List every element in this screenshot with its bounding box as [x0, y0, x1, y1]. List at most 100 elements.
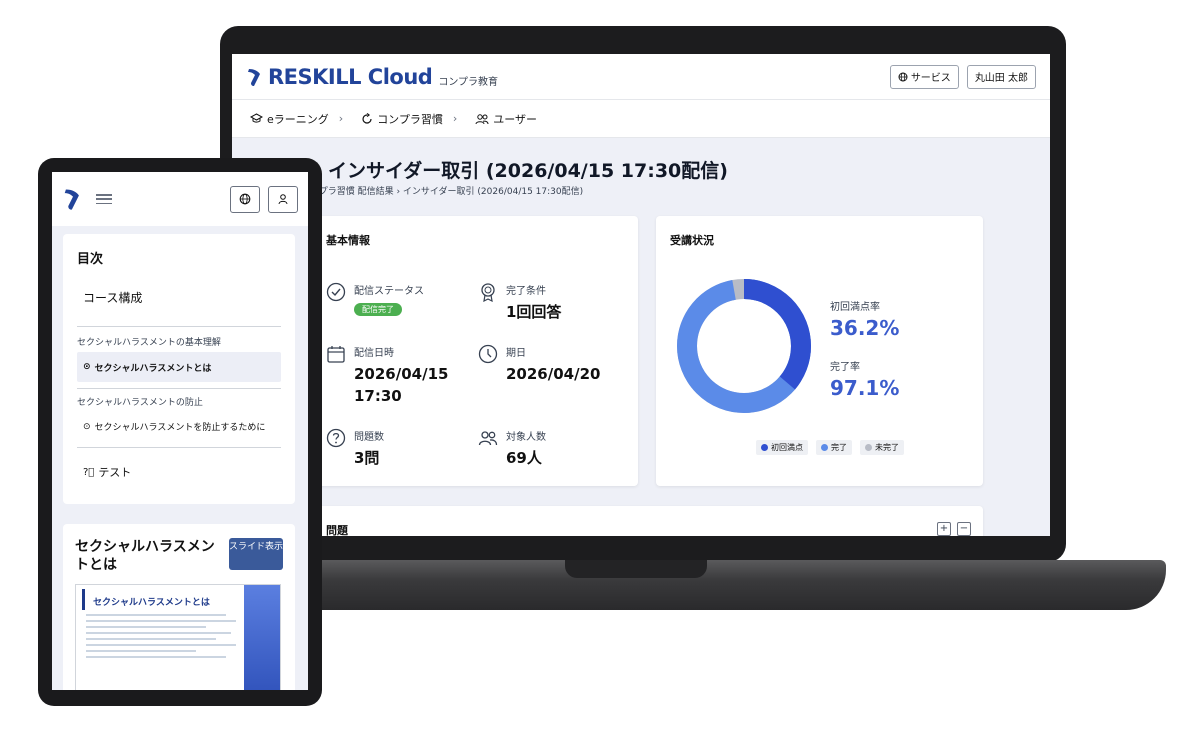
legend-label: 初回満点 — [771, 443, 803, 452]
legend-label: 未完了 — [875, 443, 899, 452]
target-count: 対象人数 69人 — [478, 428, 546, 469]
delivery-datetime: 配信日時 2026/04/15 17:30 — [326, 344, 448, 407]
question-circle-icon — [326, 428, 346, 448]
slide-thumbnail[interactable]: セクシャルハラスメントとは — [75, 584, 281, 690]
tablet-header-actions — [230, 185, 298, 213]
laptop-screen: RESKILL Cloud コンプラ教育 サービス 丸山田 太郎 eラーニング … — [232, 54, 1050, 536]
legend-item-first-full[interactable]: 初回満点 — [756, 440, 808, 455]
collapse-all-button[interactable]: − — [957, 522, 971, 536]
slide-text-line — [86, 638, 216, 640]
hamburger-menu-icon[interactable] — [96, 194, 112, 204]
toc-course-structure[interactable]: コース構成 — [83, 289, 281, 306]
legend-item-incomplete[interactable]: 未完了 — [860, 440, 904, 455]
tablet-header — [52, 172, 308, 226]
status-badge: 配信完了 — [354, 303, 402, 316]
completion-condition: 完了条件 1回回答 — [478, 282, 561, 323]
delivery-date-line2: 17:30 — [354, 387, 402, 405]
page-title: インサイダー取引 (2026/04/15 17:30配信) — [328, 160, 728, 182]
lesson-slide-card: セクシャルハラスメントとは スライド表示 セクシャルハラスメントとは — [63, 524, 295, 690]
completion-rate-label: 完了率 — [830, 362, 860, 373]
user-menu-button[interactable]: 丸山田 太郎 — [966, 64, 1036, 89]
basic-info-card: 基本情報 配信ステータス 配信完了 完了条件 1回回答 配信日時 2026/04… — [312, 216, 638, 486]
toc-divider — [77, 388, 281, 389]
toc-item-what-is-sexual-harassment[interactable]: ⊙ セクシャルハラスメントとは — [77, 352, 281, 382]
toc-title: 目次 — [77, 252, 104, 267]
question-count-label: 問題数 — [354, 432, 384, 443]
toc-item-label: セクシャルハラスメントとは — [94, 363, 212, 374]
legend-dot — [821, 444, 828, 451]
basic-info-title: 基本情報 — [326, 234, 370, 247]
graduation-cap-icon — [250, 113, 263, 123]
delivery-date-line1: 2026/04/15 — [354, 365, 449, 383]
toc-item-test[interactable]: ?⃝ テスト — [83, 464, 281, 480]
stage: RESKILL Cloud コンプラ教育 サービス 丸山田 太郎 eラーニング … — [0, 0, 1200, 737]
nav-item-compliance[interactable]: コンプラ習慣 › — [361, 111, 457, 127]
award-icon — [481, 283, 495, 302]
donut-legend: 初回満点 完了 未完了 — [756, 440, 904, 455]
calendar-icon — [327, 346, 345, 363]
toc-section-prevention: セクシャルハラスメントの防止 — [77, 398, 203, 408]
target-count-label: 対象人数 — [506, 432, 546, 443]
target-count-value: 69人 — [506, 449, 542, 467]
lesson-title: セクシャルハラスメントとは — [75, 539, 215, 573]
toc-test-label: テスト — [98, 466, 132, 479]
question-count-value: 3問 — [354, 449, 380, 467]
user-name: 丸山田 太郎 — [974, 73, 1028, 84]
users-icon — [475, 113, 489, 124]
questions-actions: + − — [937, 522, 971, 536]
show-slide-button[interactable]: スライド表示 — [229, 538, 283, 570]
language-button[interactable] — [230, 185, 260, 213]
header-actions: サービス 丸山田 太郎 — [889, 64, 1036, 89]
delivery-date-value: 2026/04/15 17:30 — [354, 363, 448, 407]
user-icon — [278, 194, 288, 205]
questions-card: 問題 + − — [312, 506, 983, 536]
question-circle-icon: ?⃝ — [83, 466, 95, 478]
users-icon — [478, 431, 498, 446]
account-button[interactable] — [268, 185, 298, 213]
legend-dot — [865, 444, 872, 451]
slide-text-line — [86, 656, 226, 658]
toc-divider — [77, 447, 281, 448]
toc-item-label: セクシャルハラスメントを防止するために — [94, 423, 266, 433]
main-nav: eラーニング › コンプラ習慣 › ユーザー — [232, 100, 1050, 138]
refresh-icon — [362, 112, 372, 124]
first-full-rate-label: 初回満点率 — [830, 302, 880, 313]
brand-subtitle: コンプラ教育 — [438, 77, 499, 88]
logo-icon[interactable] — [62, 186, 84, 212]
nav-label-compliance: コンプラ習慣 — [377, 112, 443, 126]
table-of-contents: 目次 コース構成 セクシャルハラスメントの基本理解 ⊙ セクシャルハラスメントと… — [63, 234, 295, 504]
toc-item-prevention[interactable]: ⊙ セクシャルハラスメントを防止するために — [77, 420, 281, 434]
delivery-date-label: 配信日時 — [354, 348, 394, 359]
globe-icon — [239, 193, 251, 205]
service-button[interactable]: サービス — [889, 64, 959, 89]
play-circle-icon: ⊙ — [83, 421, 91, 432]
chevron-right-icon: › — [452, 112, 458, 125]
slide-text-line — [86, 620, 236, 622]
legend-item-complete[interactable]: 完了 — [816, 440, 852, 455]
nav-item-elearning[interactable]: eラーニング › — [250, 111, 343, 127]
toc-section-basics: セクシャルハラスメントの基本理解 — [77, 338, 221, 348]
delivery-status-label: 配信ステータス — [354, 286, 424, 297]
chevron-right-icon: › — [338, 112, 344, 125]
slide-text-line — [86, 626, 206, 628]
clock-icon — [478, 344, 498, 364]
due-date-label: 期日 — [506, 348, 526, 359]
laptop-notch — [565, 560, 707, 578]
nav-label-users: ユーザー — [493, 112, 538, 126]
nav-label-elearning: eラーニング — [267, 112, 329, 126]
breadcrumb[interactable]: ンプラ習慣 配信結果 › インサイダー取引 (2026/04/15 17:30配… — [310, 184, 583, 197]
delivery-status: 配信ステータス 配信完了 — [326, 282, 424, 316]
attendance-status-card: 受講状況 初回満点率 36.2% 完了率 97.1% 初回満点 完了 未完了 — [656, 216, 983, 486]
legend-dot — [761, 444, 768, 451]
brand-logo-text[interactable]: RESKILL Cloud — [268, 65, 433, 89]
slide-decoration — [244, 585, 280, 690]
slide-text-line — [86, 650, 196, 652]
expand-all-button[interactable]: + — [937, 522, 951, 536]
slide-text-line — [86, 614, 226, 616]
app-header: RESKILL Cloud コンプラ教育 サービス 丸山田 太郎 — [232, 54, 1050, 100]
nav-item-users[interactable]: ユーザー — [475, 111, 537, 127]
completion-value: 1回回答 — [506, 303, 562, 321]
legend-label: 完了 — [831, 443, 847, 452]
attendance-status-title: 受講状況 — [670, 234, 714, 247]
service-button-label: サービス — [910, 73, 951, 84]
